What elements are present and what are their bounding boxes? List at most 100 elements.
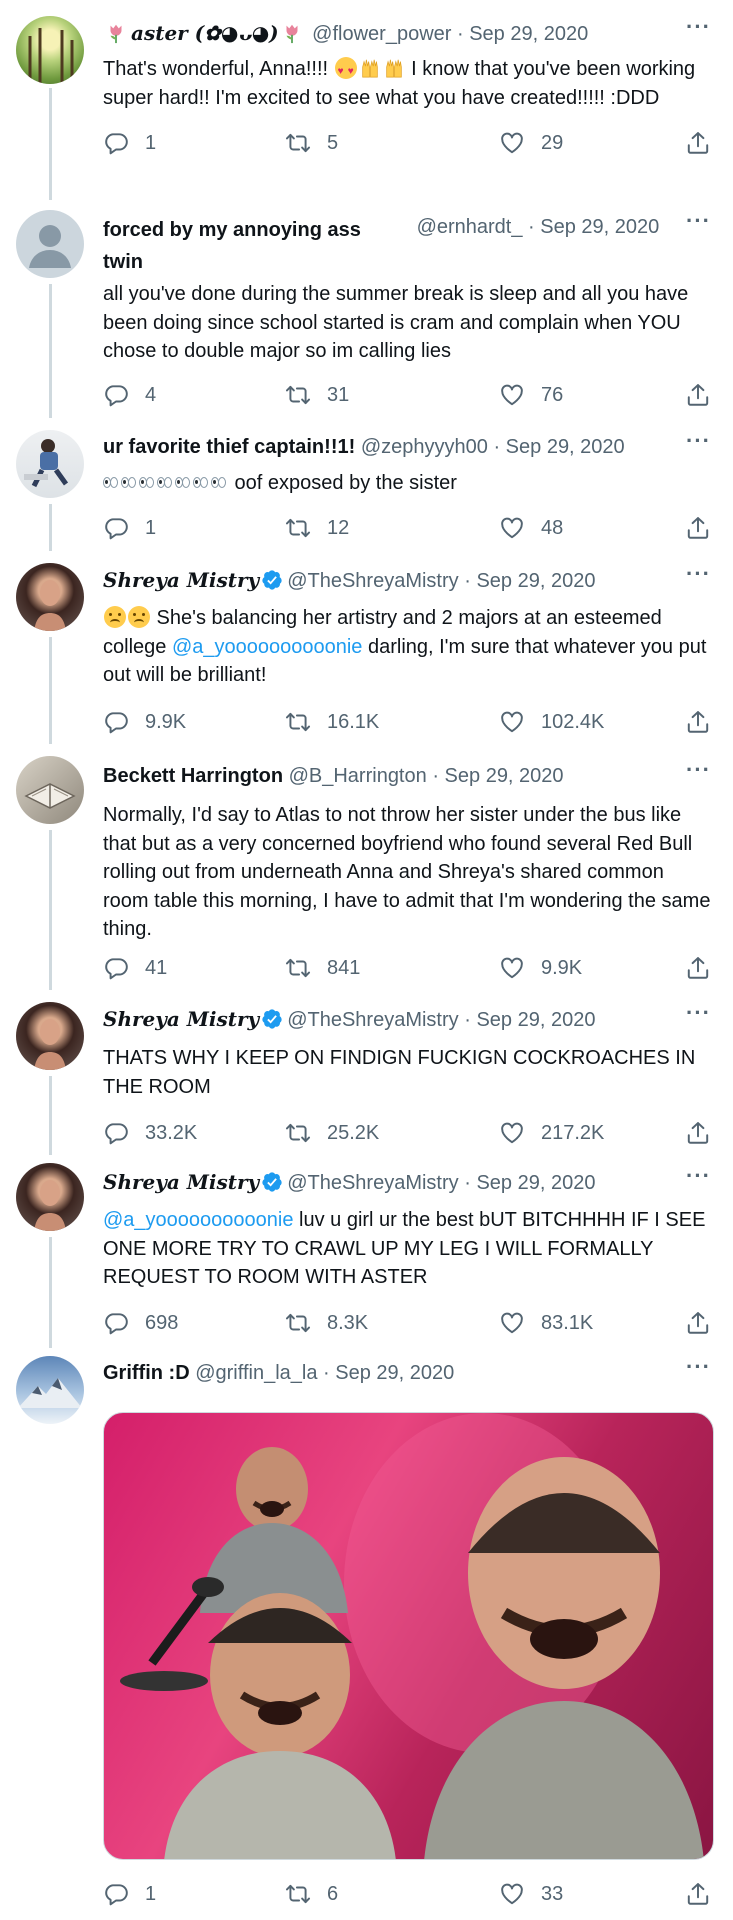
- user-handle[interactable]: @TheShreyaMistry: [287, 1009, 458, 1031]
- separator: ·: [432, 765, 439, 787]
- tweet[interactable]: aster (✿◕ᴗ◕) @flower_power · Sep 29, 202…: [0, 0, 733, 200]
- tweet-text: THATS WHY I KEEP ON FINDIGN FUCKIGN COCK…: [103, 1047, 696, 1098]
- like-button[interactable]: 48: [499, 514, 563, 542]
- like-button[interactable]: 217.2K: [499, 1119, 604, 1147]
- share-button[interactable]: [685, 129, 711, 157]
- user-handle[interactable]: @flower_power: [312, 23, 451, 45]
- tweet[interactable]: Shreya Mistry @TheShreyaMistry · Sep 29, …: [0, 551, 733, 744]
- display-name[interactable]: Griffin :D: [103, 1362, 190, 1384]
- like-button[interactable]: 9.9K: [499, 954, 582, 982]
- like-count: 29: [541, 131, 564, 154]
- tweet-header: Griffin :D @griffin_la_la · Sep 29, 2020: [103, 1360, 673, 1386]
- tweet[interactable]: Beckett Harrington @B_Harrington · Sep 2…: [0, 744, 733, 990]
- user-handle[interactable]: @griffin_la_la: [195, 1362, 317, 1384]
- tweet-date[interactable]: Sep 29, 2020: [506, 436, 625, 458]
- display-name[interactable]: Shreya Mistry: [103, 1170, 259, 1194]
- avatar[interactable]: [16, 563, 84, 631]
- user-handle[interactable]: @TheShreyaMistry: [287, 1172, 458, 1194]
- tweet-date[interactable]: Sep 29, 2020: [445, 765, 564, 787]
- like-button[interactable]: 102.4K: [499, 708, 604, 736]
- laughing-man-meme-image[interactable]: [103, 1412, 714, 1860]
- avatar[interactable]: [16, 210, 84, 278]
- thread-connector: [49, 1076, 52, 1155]
- retweet-button[interactable]: 31: [285, 381, 349, 409]
- share-button[interactable]: [685, 1309, 711, 1337]
- display-name[interactable]: forced by my annoying ass twin: [103, 214, 393, 278]
- user-handle[interactable]: @TheShreyaMistry: [287, 570, 458, 592]
- display-name[interactable]: aster (✿◕ᴗ◕): [131, 21, 279, 45]
- tweet[interactable]: forced by my annoying ass twin @ernhardt…: [0, 200, 733, 418]
- avatar[interactable]: [16, 430, 84, 498]
- reply-button[interactable]: 4: [103, 381, 156, 409]
- more-options-icon[interactable]: ···: [686, 428, 711, 454]
- retweet-button[interactable]: 8.3K: [285, 1309, 368, 1337]
- separator: ·: [464, 570, 471, 592]
- reply-button[interactable]: 1: [103, 1880, 156, 1908]
- display-name[interactable]: ur favorite thief captain!!1!: [103, 436, 355, 458]
- more-options-icon[interactable]: ···: [686, 1354, 711, 1380]
- display-name[interactable]: Beckett Harrington: [103, 765, 283, 787]
- tweet-date[interactable]: Sep 29, 2020: [476, 1009, 595, 1031]
- tweet-text: oof exposed by the sister: [103, 469, 711, 498]
- more-options-icon[interactable]: ···: [686, 1163, 711, 1189]
- reply-button[interactable]: 1: [103, 129, 156, 157]
- heart-eyes-emoji: [334, 57, 357, 87]
- user-handle[interactable]: @zephyyyh00: [361, 436, 488, 458]
- reply-count: 4: [145, 383, 157, 406]
- tweet[interactable]: Shreya Mistry @TheShreyaMistry · Sep 29, …: [0, 990, 733, 1155]
- avatar[interactable]: [16, 1163, 84, 1231]
- tweet[interactable]: Griffin :D @griffin_la_la · Sep 29, 2020…: [0, 1348, 733, 1920]
- avatar[interactable]: [16, 756, 84, 824]
- share-button[interactable]: [685, 514, 711, 542]
- user-handle[interactable]: @B_Harrington: [289, 765, 427, 787]
- tweet-date[interactable]: Sep 29, 2020: [476, 1172, 595, 1194]
- mention-link[interactable]: @a_yoooooooooonie: [103, 1209, 293, 1231]
- retweet-button[interactable]: 16.1K: [285, 708, 379, 736]
- retweet-button[interactable]: 25.2K: [285, 1119, 379, 1147]
- share-button[interactable]: [685, 954, 711, 982]
- display-name[interactable]: Shreya Mistry: [103, 1007, 259, 1031]
- more-options-icon[interactable]: ···: [686, 757, 711, 783]
- tweet-date[interactable]: Sep 29, 2020: [476, 570, 595, 592]
- tweet[interactable]: Shreya Mistry @TheShreyaMistry · Sep 29, …: [0, 1155, 733, 1348]
- tweet-date[interactable]: Sep 29, 2020: [469, 23, 588, 45]
- thread-connector: [49, 504, 52, 551]
- retweet-icon: [285, 515, 311, 541]
- mention-link[interactable]: @a_yoooooooooonie: [172, 636, 362, 658]
- reply-button[interactable]: 33.2K: [103, 1119, 197, 1147]
- retweet-count: 25.2K: [327, 1121, 380, 1144]
- share-icon: [685, 130, 711, 156]
- more-options-icon[interactable]: ···: [686, 1000, 711, 1026]
- tweet-date[interactable]: Sep 29, 2020: [335, 1362, 454, 1384]
- like-button[interactable]: 29: [499, 129, 563, 157]
- share-button[interactable]: [685, 381, 711, 409]
- retweet-count: 6: [327, 1882, 339, 1905]
- tweet[interactable]: ur favorite thief captain!!1! @zephyyyh0…: [0, 418, 733, 551]
- tweet-date[interactable]: Sep 29, 2020: [540, 216, 659, 238]
- retweet-button[interactable]: 6: [285, 1880, 338, 1908]
- reply-button[interactable]: 698: [103, 1309, 178, 1337]
- like-button[interactable]: 83.1K: [499, 1309, 593, 1337]
- more-options-icon[interactable]: ···: [686, 14, 711, 40]
- more-options-icon[interactable]: ···: [686, 208, 711, 234]
- retweet-button[interactable]: 5: [285, 129, 338, 157]
- share-button[interactable]: [685, 708, 711, 736]
- display-name[interactable]: Shreya Mistry: [103, 568, 259, 592]
- share-button[interactable]: [685, 1880, 711, 1908]
- avatar[interactable]: [16, 1002, 84, 1070]
- forest-avatar-icon: [28, 28, 74, 84]
- reply-button[interactable]: 41: [103, 954, 167, 982]
- reply-button[interactable]: 1: [103, 514, 156, 542]
- retweet-button[interactable]: 841: [285, 954, 360, 982]
- like-button[interactable]: 76: [499, 381, 563, 409]
- more-options-icon[interactable]: ···: [686, 561, 711, 587]
- reply-button[interactable]: 9.9K: [103, 708, 186, 736]
- tweet-actions: 1 6 33: [103, 1880, 711, 1908]
- share-button[interactable]: [685, 1119, 711, 1147]
- like-button[interactable]: 33: [499, 1880, 563, 1908]
- reply-count: 1: [145, 1882, 157, 1905]
- avatar[interactable]: [16, 1356, 84, 1424]
- retweet-button[interactable]: 12: [285, 514, 349, 542]
- user-handle[interactable]: @ernhardt_: [417, 216, 523, 238]
- avatar[interactable]: [16, 16, 84, 84]
